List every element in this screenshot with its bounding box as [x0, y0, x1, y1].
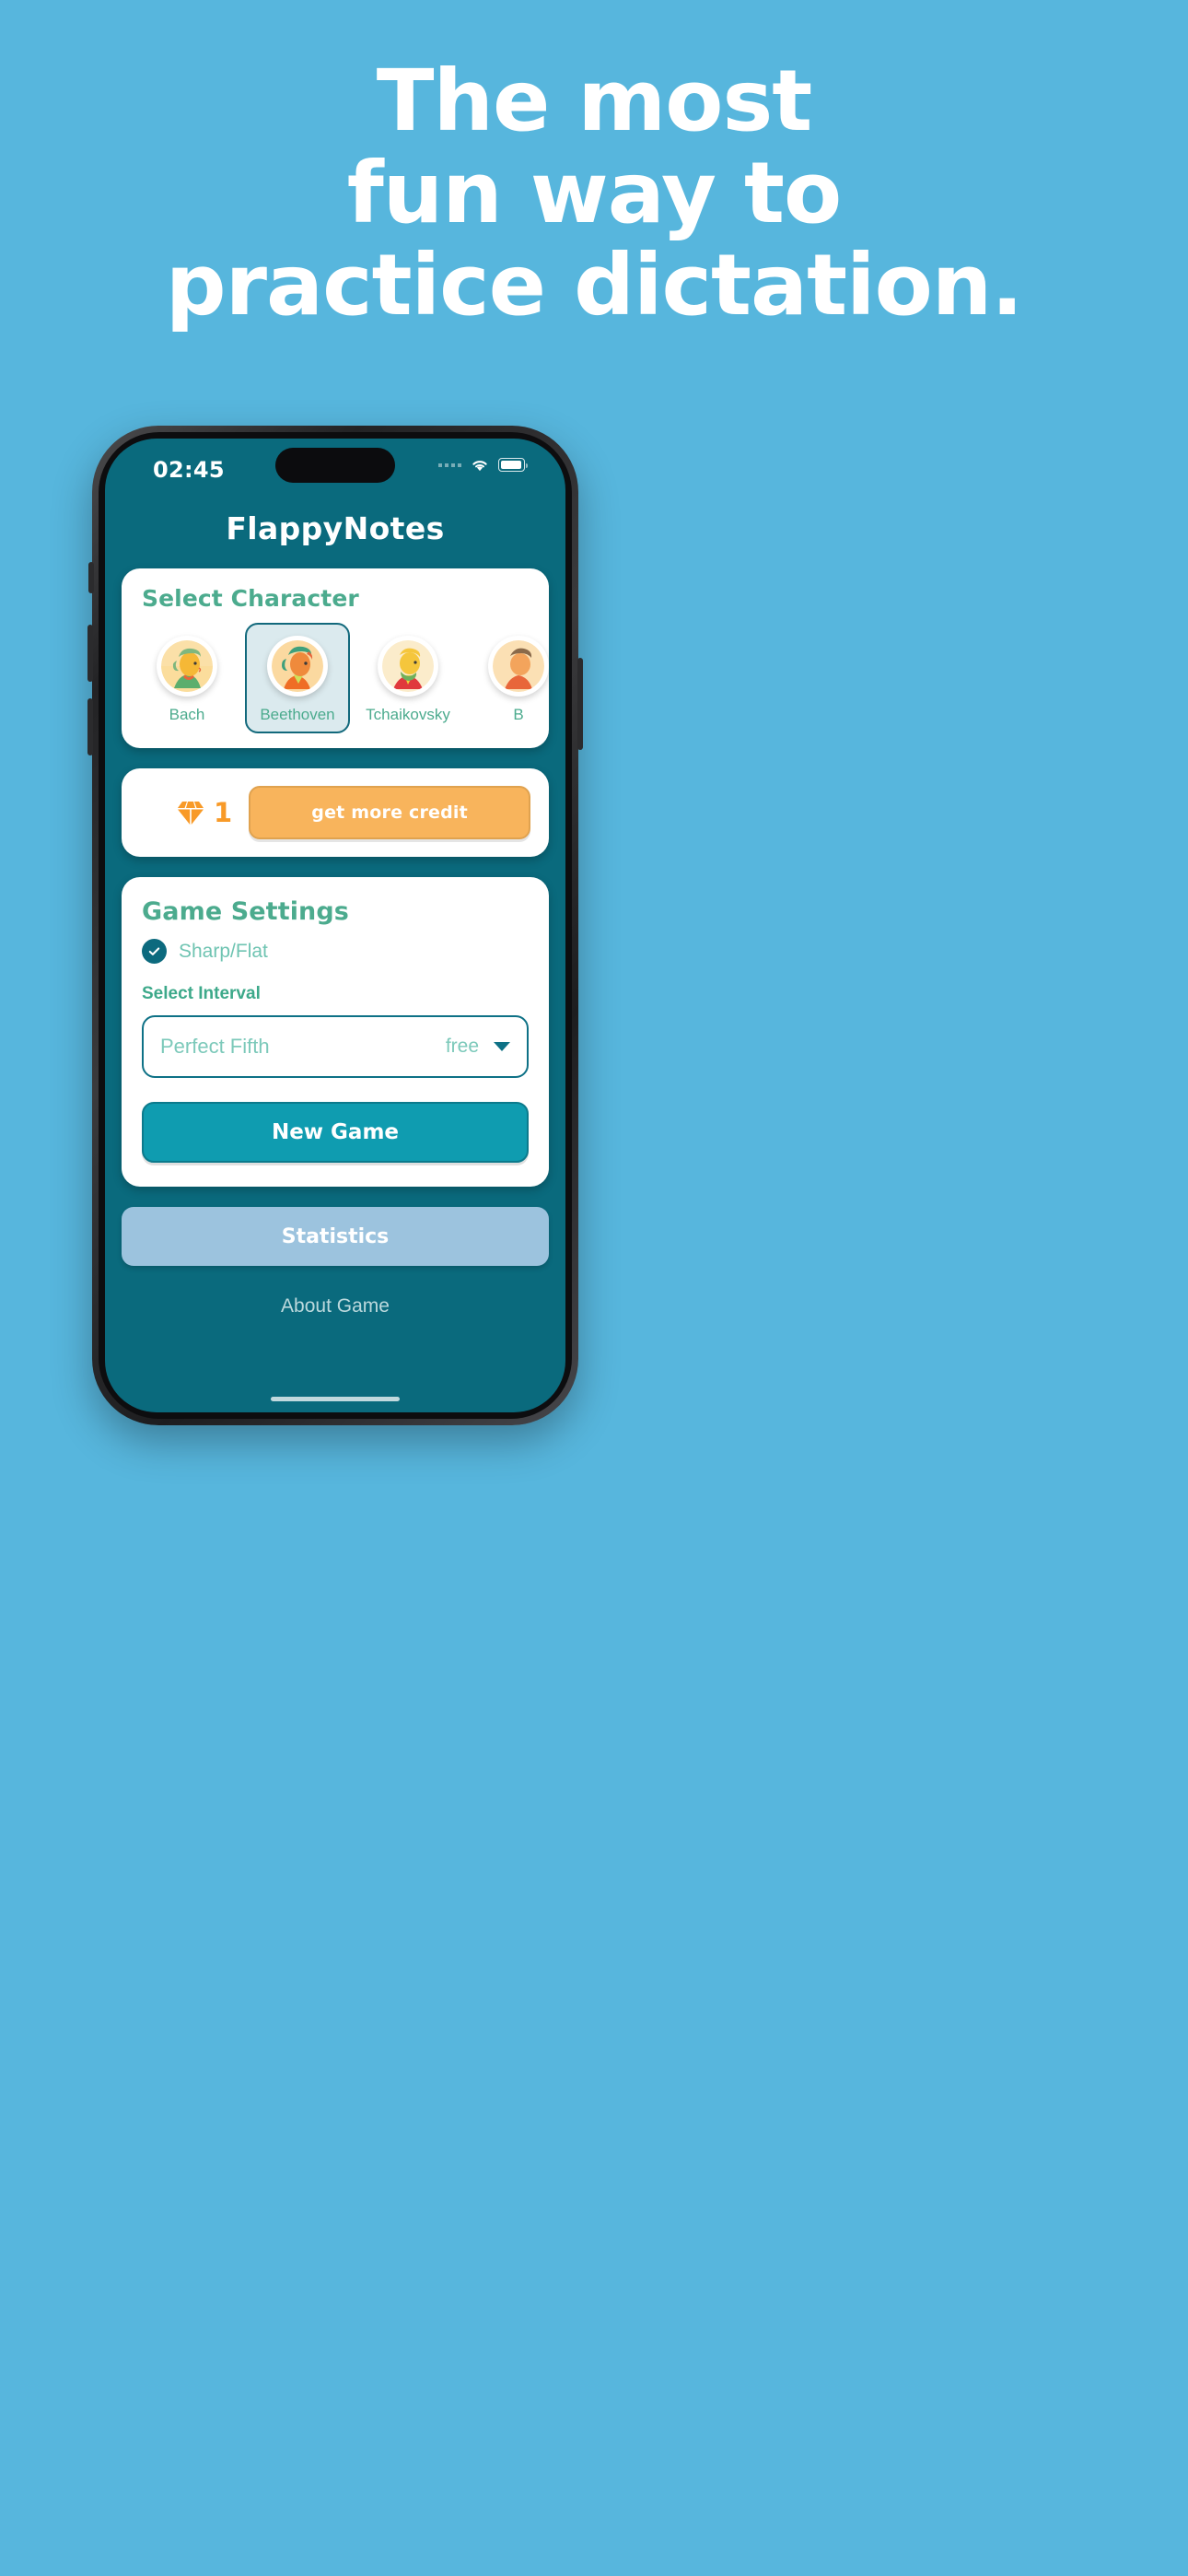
phone-screen: 02:45 FlappyNotes Select Character Bach … — [105, 439, 565, 1412]
avatar — [378, 636, 438, 697]
status-icons — [438, 457, 528, 473]
app-title: FlappyNotes — [226, 510, 445, 546]
character-option-tchaikovsky[interactable]: Tchaikovsky — [355, 623, 460, 733]
beethoven-portrait-icon — [272, 640, 323, 692]
game-settings-title: Game Settings — [142, 897, 349, 926]
volume-down-button[interactable] — [87, 698, 93, 755]
select-interval-value: Perfect Fifth — [160, 1035, 270, 1058]
power-button[interactable] — [577, 658, 583, 750]
select-interval-dropdown[interactable]: Perfect Fifth free — [142, 1015, 529, 1078]
select-character-title: Select Character — [142, 585, 359, 612]
character-scroller[interactable]: Bach Beethoven Tchaikovsky B — [122, 623, 549, 733]
composer-portrait-icon — [493, 640, 544, 692]
character-option-partial[interactable]: B — [466, 623, 549, 733]
chevron-down-icon[interactable] — [494, 1042, 510, 1051]
gem-icon — [178, 802, 204, 825]
game-settings-card: Game Settings Sharp/Flat Select Interval… — [122, 877, 549, 1187]
select-character-card: Select Character Bach Beethoven Tchaikov… — [122, 568, 549, 748]
character-label: Bach — [169, 706, 205, 723]
headline-line-1: The most — [376, 52, 812, 150]
sharp-flat-row[interactable]: Sharp/Flat — [142, 939, 529, 964]
headline-line-3: practice dictation. — [165, 236, 1023, 334]
phone-mockup: 02:45 FlappyNotes Select Character Bach … — [87, 426, 583, 1425]
select-interval-label: Select Interval — [142, 984, 261, 1003]
check-icon — [148, 947, 160, 955]
bach-portrait-icon — [161, 640, 213, 692]
credit-card: 1 get more credit — [122, 768, 549, 857]
wifi-icon — [472, 461, 487, 472]
silent-switch[interactable] — [88, 562, 94, 593]
dynamic-island — [275, 448, 395, 483]
statistics-button[interactable]: Statistics — [122, 1207, 549, 1266]
status-bar: 02:45 — [105, 439, 565, 498]
sharp-flat-label: Sharp/Flat — [179, 940, 268, 962]
status-time: 02:45 — [153, 457, 225, 483]
character-label: B — [513, 706, 524, 723]
about-game-link[interactable]: About Game — [105, 1295, 565, 1317]
headline-line-2: fun way to — [346, 144, 842, 242]
battery-icon — [498, 458, 528, 472]
avatar — [488, 636, 549, 697]
home-indicator[interactable] — [271, 1397, 400, 1401]
character-label: Beethoven — [260, 706, 335, 723]
credit-count: 1 — [214, 797, 233, 828]
promo-headline: The most fun way to practice dictation. — [0, 55, 1188, 332]
new-game-button[interactable]: New Game — [142, 1102, 529, 1163]
character-option-beethoven[interactable]: Beethoven — [245, 623, 350, 733]
cellular-dots-icon — [438, 463, 461, 467]
tchaikovsky-portrait-icon — [382, 640, 434, 692]
sharp-flat-checkbox[interactable] — [142, 939, 167, 964]
character-label: Tchaikovsky — [366, 706, 450, 723]
credit-balance: 1 — [140, 797, 232, 828]
character-option-bach[interactable]: Bach — [134, 623, 239, 733]
select-interval-tag: free — [445, 1036, 479, 1057]
get-more-credit-button[interactable]: get more credit — [249, 786, 530, 839]
avatar — [157, 636, 217, 697]
avatar — [267, 636, 328, 697]
volume-up-button[interactable] — [87, 625, 93, 682]
